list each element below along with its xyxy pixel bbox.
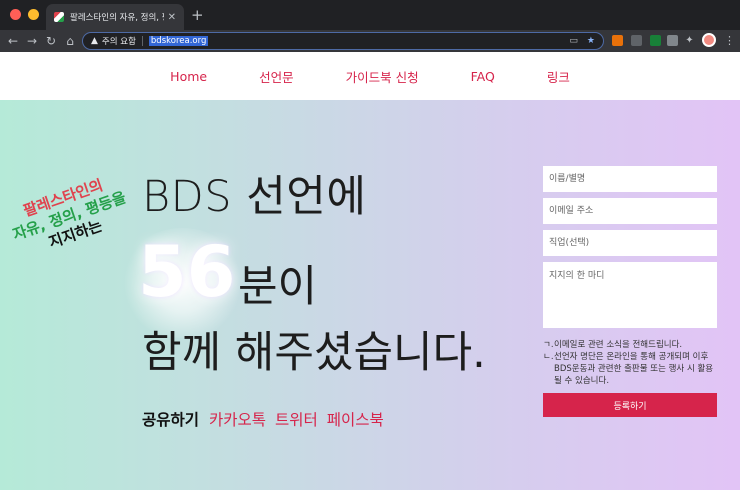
email-input[interactable] xyxy=(543,198,717,224)
security-label[interactable]: 주의 요함 xyxy=(102,35,136,47)
form-note: ㄴ. 선언자 명단은 온라인을 통해 공개되며 이후 BDS운동과 관련한 출판… xyxy=(543,351,717,387)
address-separator xyxy=(141,36,143,46)
note-text: 선언자 명단은 온라인을 통해 공개되며 이후 BDS운동과 관련한 출판물 또… xyxy=(554,352,714,386)
address-bar[interactable]: ▲ 주의 요함 bdskorea.org ▭ ★ xyxy=(82,32,604,50)
favicon-icon xyxy=(54,12,64,22)
nav-link-guidebook[interactable]: 가이드북 신청 xyxy=(346,67,419,86)
cast-icon[interactable]: ▭ xyxy=(569,36,578,46)
message-textarea[interactable] xyxy=(543,262,717,328)
warning-icon[interactable]: ▲ xyxy=(91,36,98,46)
signup-form: ㄱ. 이메일로 관련 소식을 전해드립니다. ㄴ. 선언자 명단은 온라인을 통… xyxy=(543,166,717,417)
share-twitter-link[interactable]: 트위터 xyxy=(275,411,318,429)
star-icon[interactable]: ★ xyxy=(587,36,595,46)
browser-tab[interactable]: 팔레스타인의 자유, 정의, 평등을 지지 ✕ xyxy=(46,4,184,30)
browser-toolbar: ← → ↻ ⌂ ▲ 주의 요함 bdskorea.org ▭ ★ ✦ ⋮ xyxy=(0,30,740,52)
forward-arrow-icon[interactable]: → xyxy=(24,33,40,49)
share-facebook-link[interactable]: 페이스북 xyxy=(327,411,384,429)
url-text[interactable]: bdskorea.org xyxy=(148,36,209,46)
nav-link-faq[interactable]: FAQ xyxy=(471,69,495,84)
share-row: 공유하기 카카오톡 트위터 페이스북 xyxy=(142,408,388,430)
puzzle-icon[interactable]: ✦ xyxy=(684,35,695,46)
tab-title: 팔레스타인의 자유, 정의, 평등을 지지 xyxy=(70,13,164,23)
hero-section: 팔레스타인의 자유, 정의, 평등을 지지하는 BDS 선언에 56 분이 함께… xyxy=(0,100,740,490)
site-navigation: Home 선언문 가이드북 신청 FAQ 링크 xyxy=(0,52,740,100)
browser-tab-strip: 팔레스타인의 자유, 정의, 평등을 지지 ✕ + xyxy=(0,0,740,30)
extension-icon[interactable] xyxy=(667,35,678,46)
form-note: ㄱ. 이메일로 관련 소식을 전해드립니다. xyxy=(543,339,717,351)
slogan-badge: 팔레스타인의 자유, 정의, 평등을 지지하는 xyxy=(0,168,143,266)
note-text: 이메일로 관련 소식을 전해드립니다. xyxy=(554,340,683,350)
share-kakaotalk-link[interactable]: 카카오톡 xyxy=(209,411,266,429)
nav-link-links[interactable]: 링크 xyxy=(547,67,570,86)
profile-icon[interactable] xyxy=(702,33,716,47)
extension-icon[interactable] xyxy=(631,35,642,46)
register-button[interactable]: 등록하기 xyxy=(543,393,717,417)
extension-icon[interactable] xyxy=(612,35,623,46)
reload-icon[interactable]: ↻ xyxy=(43,33,59,49)
home-icon[interactable]: ⌂ xyxy=(62,33,78,49)
headline-line-3: 함께 해주셨습니다. xyxy=(142,328,486,378)
share-title: 공유하기 xyxy=(142,411,200,429)
close-tab-icon[interactable]: ✕ xyxy=(168,12,176,23)
signer-count: 56 xyxy=(138,231,236,313)
extension-icon[interactable] xyxy=(650,35,661,46)
count-suffix: 분이 xyxy=(238,262,318,312)
close-window-button[interactable] xyxy=(10,9,21,20)
web-page: Home 선언문 가이드북 신청 FAQ 링크 팔레스타인의 자유, 정의, 평… xyxy=(0,52,740,490)
nav-link-declaration[interactable]: 선언문 xyxy=(259,67,294,86)
minimize-window-button[interactable] xyxy=(28,9,39,20)
kebab-menu-icon[interactable]: ⋮ xyxy=(724,33,735,49)
back-arrow-icon[interactable]: ← xyxy=(5,33,21,49)
form-notes: ㄱ. 이메일로 관련 소식을 전해드립니다. ㄴ. 선언자 명단은 온라인을 통… xyxy=(543,339,717,387)
new-tab-button[interactable]: + xyxy=(191,6,204,24)
headline-line-1: BDS 선언에 xyxy=(142,172,367,222)
name-input[interactable] xyxy=(543,166,717,192)
nav-link-home[interactable]: Home xyxy=(170,69,207,84)
note-marker: ㄱ. xyxy=(543,340,554,350)
note-marker: ㄴ. xyxy=(543,352,554,362)
job-input[interactable] xyxy=(543,230,717,256)
